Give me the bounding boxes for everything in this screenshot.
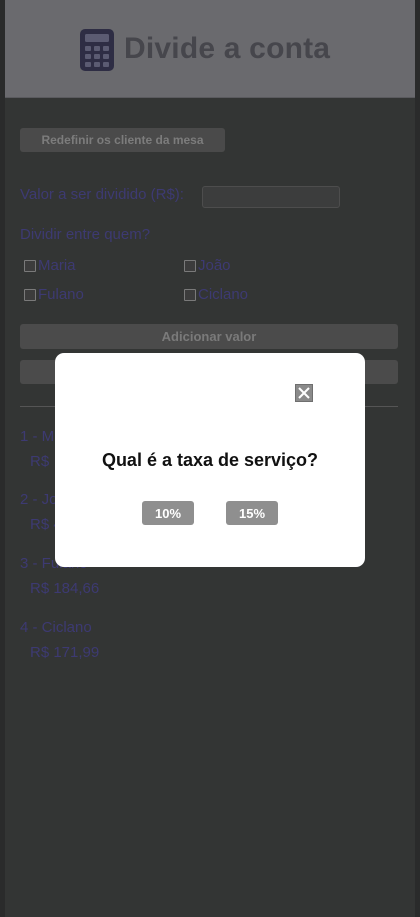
app-root: Divide a conta Redefinir os cliente da m… [0, 0, 420, 917]
app-title: Divide a conta [124, 32, 331, 65]
app-header: Divide a conta [5, 0, 415, 98]
result-item: 4 - Ciclano R$ 171,99 [20, 618, 99, 663]
close-icon-glyph [298, 387, 310, 399]
value-input[interactable] [202, 186, 340, 208]
person-checkbox-maria[interactable]: Maria [24, 257, 76, 274]
person-name: Ciclano [198, 286, 249, 303]
add-value-button[interactable]: Adicionar valor [20, 324, 398, 349]
result-amount: R$ [30, 453, 50, 470]
person-checkbox-joao[interactable]: João [184, 257, 231, 274]
value-label: Valor a ser dividido (R$): [20, 186, 184, 203]
person-name: Fulano [38, 286, 84, 303]
person-checkbox-ciclano[interactable]: Ciclano [184, 286, 248, 303]
person-name: João [198, 257, 231, 274]
left-edge [0, 0, 5, 917]
checkbox-box[interactable] [24, 288, 36, 301]
reset-table-button[interactable]: Redefinir os cliente da mesa [20, 128, 225, 152]
checkbox-box[interactable] [24, 259, 36, 272]
right-edge [415, 0, 420, 917]
modal-question: Qual é a taxa de serviço? [101, 450, 319, 470]
divide-label: Dividir entre quem? [20, 226, 151, 243]
fee-15-button[interactable]: 15% [226, 501, 278, 525]
service-fee-modal: Qual é a taxa de serviço? 10% 15% [55, 353, 365, 567]
result-item: 1 - M R$ [20, 427, 54, 472]
result-amount: R$ 184,66 [30, 580, 100, 597]
result-amount: R$ 171,99 [30, 644, 100, 661]
fee-10-button[interactable]: 10% [142, 501, 194, 525]
checkbox-box[interactable] [184, 259, 196, 272]
close-icon[interactable] [295, 384, 313, 402]
result-label: 1 - M [20, 428, 55, 445]
checkbox-box[interactable] [184, 288, 196, 301]
person-checkbox-fulano[interactable]: Fulano [24, 286, 84, 303]
calculator-icon [80, 29, 114, 71]
person-name: Maria [38, 257, 76, 274]
result-label: 4 - Ciclano [20, 619, 92, 636]
